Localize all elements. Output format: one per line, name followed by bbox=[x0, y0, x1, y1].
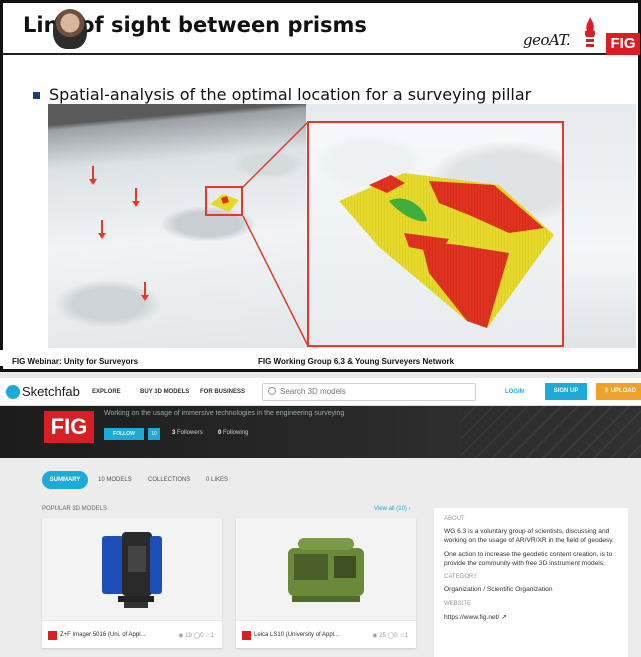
website-url: https://www.fig.net/ bbox=[444, 613, 500, 621]
views-count: 25 bbox=[379, 633, 386, 639]
tab-models[interactable]: 10 MODELS bbox=[98, 477, 132, 483]
signup-button[interactable]: SIGN UP bbox=[545, 383, 587, 400]
fig-logo: FIG bbox=[606, 33, 640, 55]
about-panel: ABOUT WG 6.3 is a voluntary group of sci… bbox=[434, 508, 628, 657]
geoat-logo: geoAT. bbox=[523, 31, 571, 49]
model-title[interactable]: Z+F Imager 5016 (Uni. of Appl... bbox=[60, 632, 146, 638]
search-input[interactable] bbox=[280, 385, 460, 398]
flame-logo-icon bbox=[584, 17, 596, 47]
tab-collections[interactable]: COLLECTIONS bbox=[148, 477, 190, 483]
model-card[interactable]: Z+F Imager 5016 (Uni. of Appl... ◉ 19 ◯0… bbox=[42, 518, 222, 648]
author-avatar[interactable] bbox=[242, 631, 251, 640]
marker-arrow bbox=[132, 188, 140, 207]
profile-fig-logo[interactable]: FIG bbox=[44, 411, 94, 443]
model-stats: ◉ 25 ◯0 ☆1 bbox=[372, 632, 408, 639]
popular-models-heading: POPULAR 3D MODELS bbox=[42, 506, 108, 512]
search-icon bbox=[268, 387, 276, 395]
views-icon: ◉ bbox=[372, 633, 378, 639]
sketchfab-logo-icon[interactable] bbox=[6, 385, 20, 399]
external-link-icon: ↗ bbox=[501, 613, 507, 621]
views-count: 19 bbox=[185, 633, 192, 639]
nav-for-business[interactable]: FOR BUSINESS bbox=[200, 389, 245, 395]
detail-highlight-box bbox=[205, 186, 243, 216]
model-thumbnail[interactable] bbox=[236, 518, 416, 620]
following-count: 0 bbox=[218, 430, 222, 436]
tab-summary[interactable]: SUMMARY bbox=[42, 471, 88, 489]
presenter-webcam bbox=[53, 9, 87, 49]
login-link[interactable]: LOGIN bbox=[505, 389, 524, 395]
model-stats: ◉ 19 ◯0 ☆1 bbox=[178, 632, 214, 639]
website-link[interactable]: https://www.fig.net/ ↗ bbox=[444, 613, 618, 621]
mini-surface bbox=[210, 194, 239, 212]
zoomed-surface-view bbox=[307, 121, 564, 347]
footer-webinar-label: FIG Webinar: Unity for Surveyors bbox=[12, 357, 139, 366]
upload-label: UPLOAD bbox=[610, 388, 637, 394]
category-heading: CATEGORY bbox=[444, 574, 478, 580]
view-all-label: View all (10) bbox=[374, 506, 407, 512]
model-title[interactable]: Leica LS10 (University of Appl... bbox=[254, 632, 339, 638]
marker-arrow bbox=[98, 220, 106, 239]
likes-count: 1 bbox=[404, 633, 408, 639]
likes-count: 1 bbox=[210, 633, 214, 639]
upload-button[interactable]: ⇧ UPLOAD bbox=[596, 383, 641, 400]
followers-stat[interactable]: 3 Followers bbox=[172, 430, 203, 436]
model-card-footer: Z+F Imager 5016 (Uni. of Appl... ◉ 19 ◯0… bbox=[42, 620, 222, 648]
view-all-link[interactable]: View all (10) › bbox=[374, 506, 411, 512]
model-card[interactable]: Leica LS10 (University of Appl... ◉ 25 ◯… bbox=[236, 518, 416, 648]
about-heading: ABOUT bbox=[444, 516, 465, 522]
bullet-text: Spatial-analysis of the optimal location… bbox=[49, 85, 532, 104]
follow-count-badge: 10 bbox=[148, 428, 160, 440]
profile-description: Working on the usage of immersive techno… bbox=[104, 410, 345, 417]
model-card-footer: Leica LS10 (University of Appl... ◉ 25 ◯… bbox=[236, 620, 416, 648]
comments-count: 0 bbox=[200, 633, 204, 639]
author-avatar[interactable] bbox=[48, 631, 57, 640]
following-label: Following bbox=[223, 430, 249, 436]
comments-count: 0 bbox=[394, 633, 398, 639]
followers-count: 3 bbox=[172, 430, 176, 436]
tab-likes[interactable]: 0 LIKES bbox=[206, 477, 228, 483]
total-station-icon bbox=[288, 538, 364, 602]
visibility-surface bbox=[339, 173, 554, 328]
bullet-marker bbox=[33, 92, 40, 99]
about-text-2: One action to increase the geodetic cont… bbox=[444, 551, 613, 567]
sketchfab-brand[interactable]: Sketchfab bbox=[22, 384, 80, 399]
footer-working-group-label: FIG Working Group 6.3 & Young Surveyers … bbox=[258, 357, 455, 366]
nav-buy-3d-models[interactable]: BUY 3D MODELS bbox=[140, 389, 189, 395]
category-value[interactable]: Organization / Scientific Organization bbox=[444, 586, 618, 595]
about-text-1: WG 6.3 is a voluntary group of scientist… bbox=[444, 528, 614, 544]
following-stat[interactable]: 0 Following bbox=[218, 430, 248, 436]
nav-explore[interactable]: EXPLORE bbox=[92, 389, 121, 395]
marker-arrow bbox=[89, 166, 97, 185]
website-heading: WEBSITE bbox=[444, 600, 472, 607]
marker-arrow bbox=[141, 282, 149, 301]
follow-button[interactable]: FOLLOW bbox=[104, 428, 144, 440]
model-thumbnail[interactable] bbox=[42, 518, 222, 620]
terrain-overview-image bbox=[48, 104, 308, 348]
views-icon: ◉ bbox=[178, 633, 184, 639]
followers-label: Followers bbox=[177, 430, 203, 436]
slide-header: Line of sight between prisms geoAT. FIG bbox=[3, 3, 640, 55]
laser-scanner-icon bbox=[102, 532, 162, 608]
